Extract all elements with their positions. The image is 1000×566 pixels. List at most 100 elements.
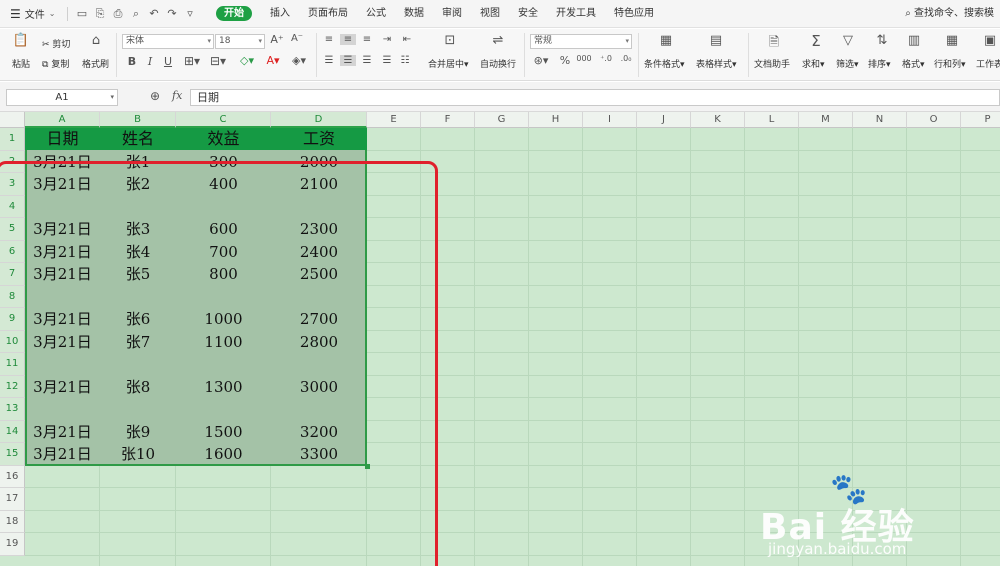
- paste-icon[interactable]: 📋: [11, 33, 31, 48]
- font-name-select[interactable]: 宋体 ▾: [122, 34, 214, 49]
- tab-page-layout[interactable]: 页面布局: [299, 0, 357, 28]
- decrease-font-icon[interactable]: A⁻: [290, 33, 304, 44]
- column-header-e[interactable]: E: [367, 112, 421, 128]
- eraser-icon[interactable]: ◈▾: [288, 54, 310, 67]
- distribute-icon[interactable]: ☷: [398, 55, 412, 66]
- row-col-icon[interactable]: ▦: [942, 33, 962, 48]
- align-bottom-icon[interactable]: ≡: [360, 34, 374, 45]
- increase-decimal-icon[interactable]: ⁺.0: [598, 54, 614, 63]
- column-header-d[interactable]: D: [271, 112, 367, 128]
- doc-helper-icon[interactable]: 🗎: [764, 33, 784, 55]
- row-header-1[interactable]: 1: [0, 128, 25, 151]
- column-header-j[interactable]: J: [637, 112, 691, 128]
- font-color-icon[interactable]: A▾: [262, 54, 284, 67]
- name-box[interactable]: A1 ▾: [6, 89, 118, 106]
- tab-formulas[interactable]: 公式: [357, 0, 395, 28]
- save-icon[interactable]: ▭: [73, 7, 91, 20]
- file-menu[interactable]: ☰ 文件 ⌄: [0, 0, 62, 28]
- column-header-k[interactable]: K: [691, 112, 745, 128]
- increase-font-icon[interactable]: A⁺: [270, 33, 284, 46]
- font-size-select[interactable]: 18 ▾: [215, 34, 265, 49]
- paste-button[interactable]: 粘贴: [8, 57, 34, 70]
- command-search[interactable]: ⌕ 查找命令、搜索模: [905, 0, 994, 28]
- column-header-o[interactable]: O: [907, 112, 961, 128]
- tab-security[interactable]: 安全: [509, 0, 547, 28]
- align-center-icon[interactable]: ☰: [340, 55, 356, 66]
- merge-center-icon[interactable]: ⊡: [440, 33, 460, 48]
- filter-icon[interactable]: ▽: [838, 33, 858, 48]
- indent-icon[interactable]: ⇥: [380, 34, 394, 45]
- tab-insert[interactable]: 插入: [261, 0, 299, 28]
- bold-icon[interactable]: B: [126, 55, 138, 68]
- tab-developer[interactable]: 开发工具: [547, 0, 605, 28]
- header-cell[interactable]: 姓名: [100, 128, 176, 151]
- conditional-format-button[interactable]: 条件格式▾: [644, 57, 685, 70]
- fill-color-icon[interactable]: ◇▾: [236, 54, 258, 67]
- align-left-icon[interactable]: ☰: [322, 55, 336, 66]
- merge-center-button[interactable]: 合并居中▾: [428, 57, 469, 70]
- column-header-f[interactable]: F: [421, 112, 475, 128]
- redo-icon[interactable]: ↷: [163, 7, 181, 20]
- formula-input[interactable]: 日期: [190, 89, 1000, 106]
- number-format-select[interactable]: 常规 ▾: [530, 34, 632, 49]
- format-painter-button[interactable]: 格式刷: [82, 57, 109, 70]
- tab-home[interactable]: 开始: [207, 0, 261, 28]
- wrap-text-icon[interactable]: ⇌: [488, 33, 508, 48]
- format-painter-icon[interactable]: ⌂: [88, 33, 104, 48]
- customize-icon[interactable]: ▿: [181, 7, 199, 20]
- tab-view[interactable]: 视图: [471, 0, 509, 28]
- percent-icon[interactable]: %: [558, 54, 572, 67]
- sum-button[interactable]: 求和▾: [802, 57, 825, 70]
- print-icon[interactable]: ⎙: [109, 7, 127, 21]
- format-icon[interactable]: ▥: [904, 33, 924, 48]
- underline-icon[interactable]: U: [162, 55, 174, 68]
- copy-button[interactable]: ⧉ 复制: [42, 57, 69, 70]
- function-icon[interactable]: fx: [172, 89, 182, 102]
- decrease-decimal-icon[interactable]: .0₀: [618, 54, 634, 63]
- justify-icon[interactable]: ☰: [380, 55, 394, 66]
- cell-style-icon[interactable]: ⊟▾: [208, 54, 228, 68]
- table-style-button[interactable]: 表格样式▾: [696, 57, 737, 70]
- column-header-n[interactable]: N: [853, 112, 907, 128]
- column-header-a[interactable]: A: [25, 112, 100, 128]
- select-all-corner[interactable]: [0, 112, 25, 128]
- zoom-icon[interactable]: ⊕: [150, 89, 160, 103]
- cut-button[interactable]: ✂ 剪切: [42, 37, 70, 50]
- doc-helper-button[interactable]: 文档助手: [754, 57, 790, 70]
- column-header-h[interactable]: H: [529, 112, 583, 128]
- header-cell[interactable]: 工资: [271, 128, 367, 151]
- column-header-b[interactable]: B: [100, 112, 176, 128]
- row-col-button[interactable]: 行和列▾: [934, 57, 966, 70]
- align-middle-icon[interactable]: ≡: [340, 34, 356, 45]
- outdent-icon[interactable]: ⇤: [400, 34, 414, 45]
- sort-button[interactable]: 排序▾: [868, 57, 891, 70]
- conditional-format-icon[interactable]: ▦: [656, 33, 676, 48]
- sort-icon[interactable]: ⇅: [872, 33, 892, 48]
- spreadsheet-grid[interactable]: A B C D E F G H I J K L M N O P 1 2 3 4 5 6 7 8 9 10 11 12 13 14 15 16 1…: [0, 112, 1000, 566]
- tab-special[interactable]: 特色应用: [605, 0, 663, 28]
- format-button[interactable]: 格式▾: [902, 57, 925, 70]
- column-header-m[interactable]: M: [799, 112, 853, 128]
- column-header-l[interactable]: L: [745, 112, 799, 128]
- table-style-icon[interactable]: ▤: [706, 33, 726, 48]
- filter-button[interactable]: 筛选▾: [836, 57, 859, 70]
- column-header-g[interactable]: G: [475, 112, 529, 128]
- column-header-c[interactable]: C: [176, 112, 271, 128]
- header-cell[interactable]: 效益: [176, 128, 271, 151]
- sum-icon[interactable]: Σ: [806, 32, 826, 50]
- wrap-text-button[interactable]: 自动换行: [480, 57, 516, 70]
- undo-icon[interactable]: ↶: [145, 7, 163, 20]
- column-header-i[interactable]: I: [583, 112, 637, 128]
- column-header-p[interactable]: P: [961, 112, 1000, 128]
- italic-icon[interactable]: I: [144, 55, 156, 68]
- print-preview-icon[interactable]: ⌕: [127, 7, 145, 21]
- header-cell[interactable]: 日期: [25, 128, 100, 151]
- tab-review[interactable]: 审阅: [433, 0, 471, 28]
- align-right-icon[interactable]: ☰: [360, 55, 374, 66]
- thousands-icon[interactable]: 000: [576, 54, 592, 63]
- export-pdf-icon[interactable]: ⎘: [91, 7, 109, 21]
- worksheet-button[interactable]: 工作表: [976, 57, 1000, 70]
- worksheet-icon[interactable]: ▣: [980, 33, 1000, 48]
- border-icon[interactable]: ⊞▾: [182, 54, 202, 68]
- currency-icon[interactable]: ⊛▾: [532, 54, 550, 67]
